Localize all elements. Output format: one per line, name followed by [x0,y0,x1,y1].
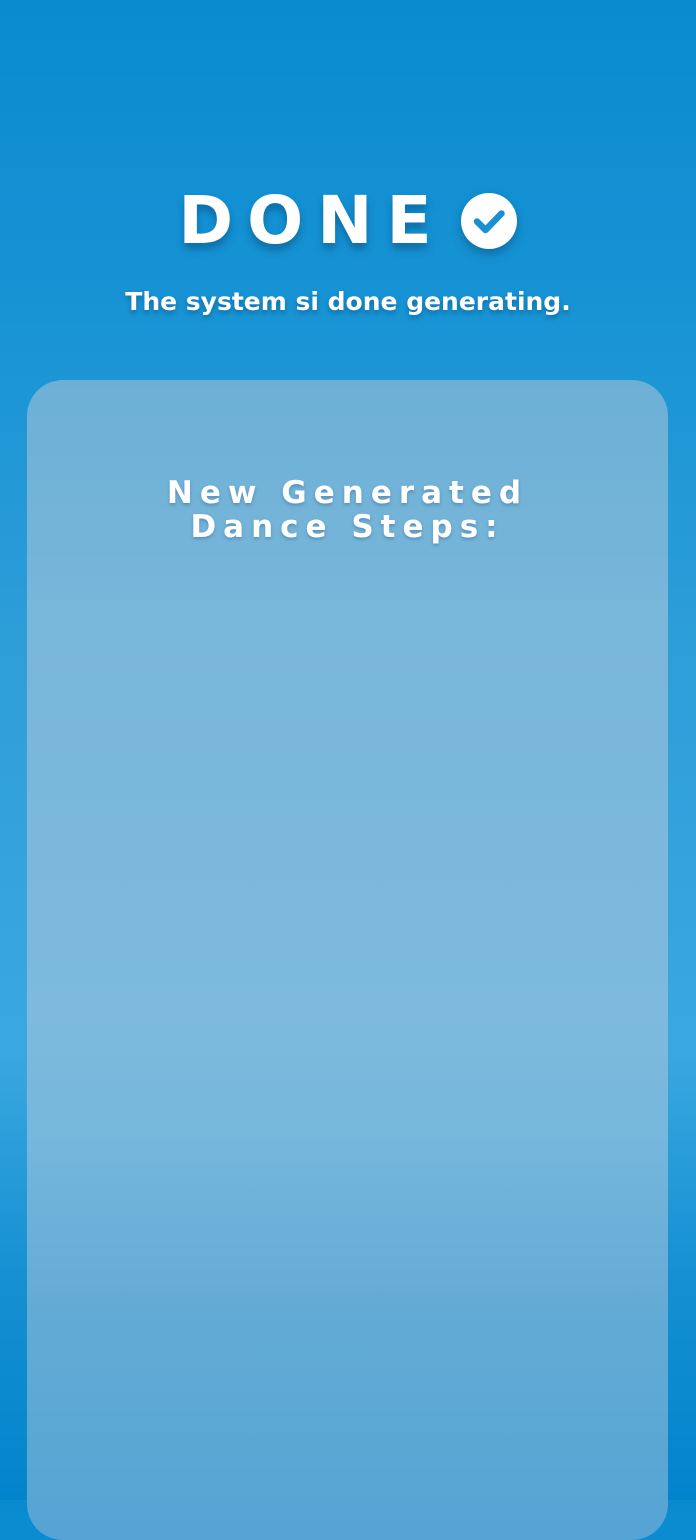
status-message: The system si done generating. [125,287,571,316]
result-screen: DONE The system si done generating. New … [0,0,696,1540]
card-heading: New Generated Dance Steps: [27,476,668,544]
dance-steps-card: New Generated Dance Steps: [27,380,668,1540]
page-title: DONE [178,182,446,259]
check-circle-icon [460,192,518,250]
title-row: DONE [0,176,696,266]
card-heading-line-2: Dance Steps: [190,509,505,545]
card-heading-line-1: New Generated [166,475,529,511]
